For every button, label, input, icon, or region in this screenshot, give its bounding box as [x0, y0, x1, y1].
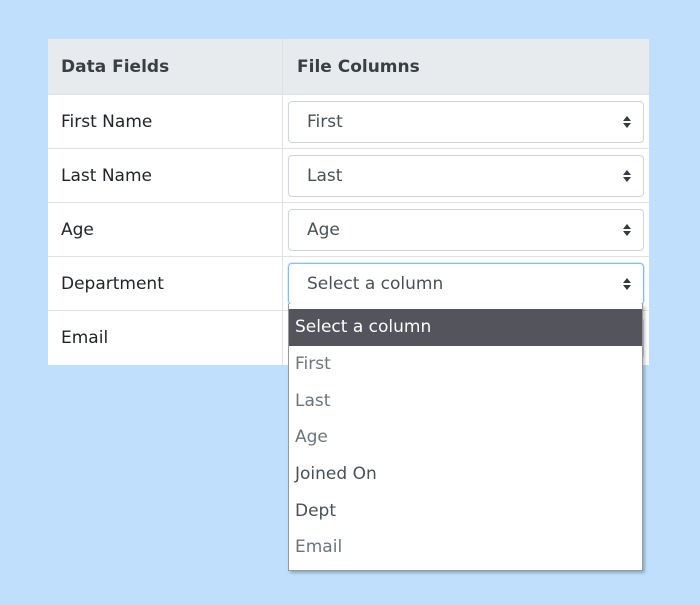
select-value: Select a column: [307, 273, 444, 294]
select-arrows-icon: [623, 277, 631, 290]
column-select-first-name[interactable]: First: [288, 100, 644, 143]
select-arrows-icon: [623, 115, 631, 128]
dropdown-option[interactable]: First: [289, 346, 642, 383]
select-cell: First: [283, 95, 649, 148]
header-file-columns: File Columns: [297, 56, 420, 77]
select-arrows-icon: [623, 223, 631, 236]
column-select-age[interactable]: Age: [288, 208, 644, 251]
table-header: Data Fields File Columns: [48, 39, 649, 95]
select-value: Last: [307, 165, 343, 186]
table-row: Last Name Last: [48, 149, 649, 203]
column-select-department[interactable]: Select a column: [288, 262, 644, 305]
dropdown-option[interactable]: Joined On: [289, 456, 642, 493]
select-arrows-icon: [623, 169, 631, 182]
table-row: First Name First: [48, 95, 649, 149]
dropdown-option[interactable]: Email: [289, 529, 642, 566]
dropdown-option[interactable]: Select a column: [289, 309, 642, 346]
select-cell: Age: [283, 203, 649, 256]
field-label: Email: [48, 311, 283, 365]
dropdown-option[interactable]: Last: [289, 382, 642, 419]
field-label: Age: [48, 203, 283, 256]
field-label: First Name: [48, 95, 283, 148]
select-cell: Last: [283, 149, 649, 202]
table-row: Department Select a column: [48, 257, 649, 311]
table-row: Age Age: [48, 203, 649, 257]
column-select-last-name[interactable]: Last: [288, 154, 644, 197]
header-data-fields: Data Fields: [48, 39, 283, 94]
field-label: Last Name: [48, 149, 283, 202]
dropdown-option[interactable]: Dept: [289, 492, 642, 529]
dropdown-option[interactable]: Age: [289, 419, 642, 456]
select-cell: Select a column: [283, 257, 649, 310]
select-value: Age: [307, 219, 340, 240]
column-dropdown-list: Select a column First Last Age Joined On…: [288, 304, 643, 571]
field-label: Department: [48, 257, 283, 310]
select-value: First: [307, 111, 343, 132]
